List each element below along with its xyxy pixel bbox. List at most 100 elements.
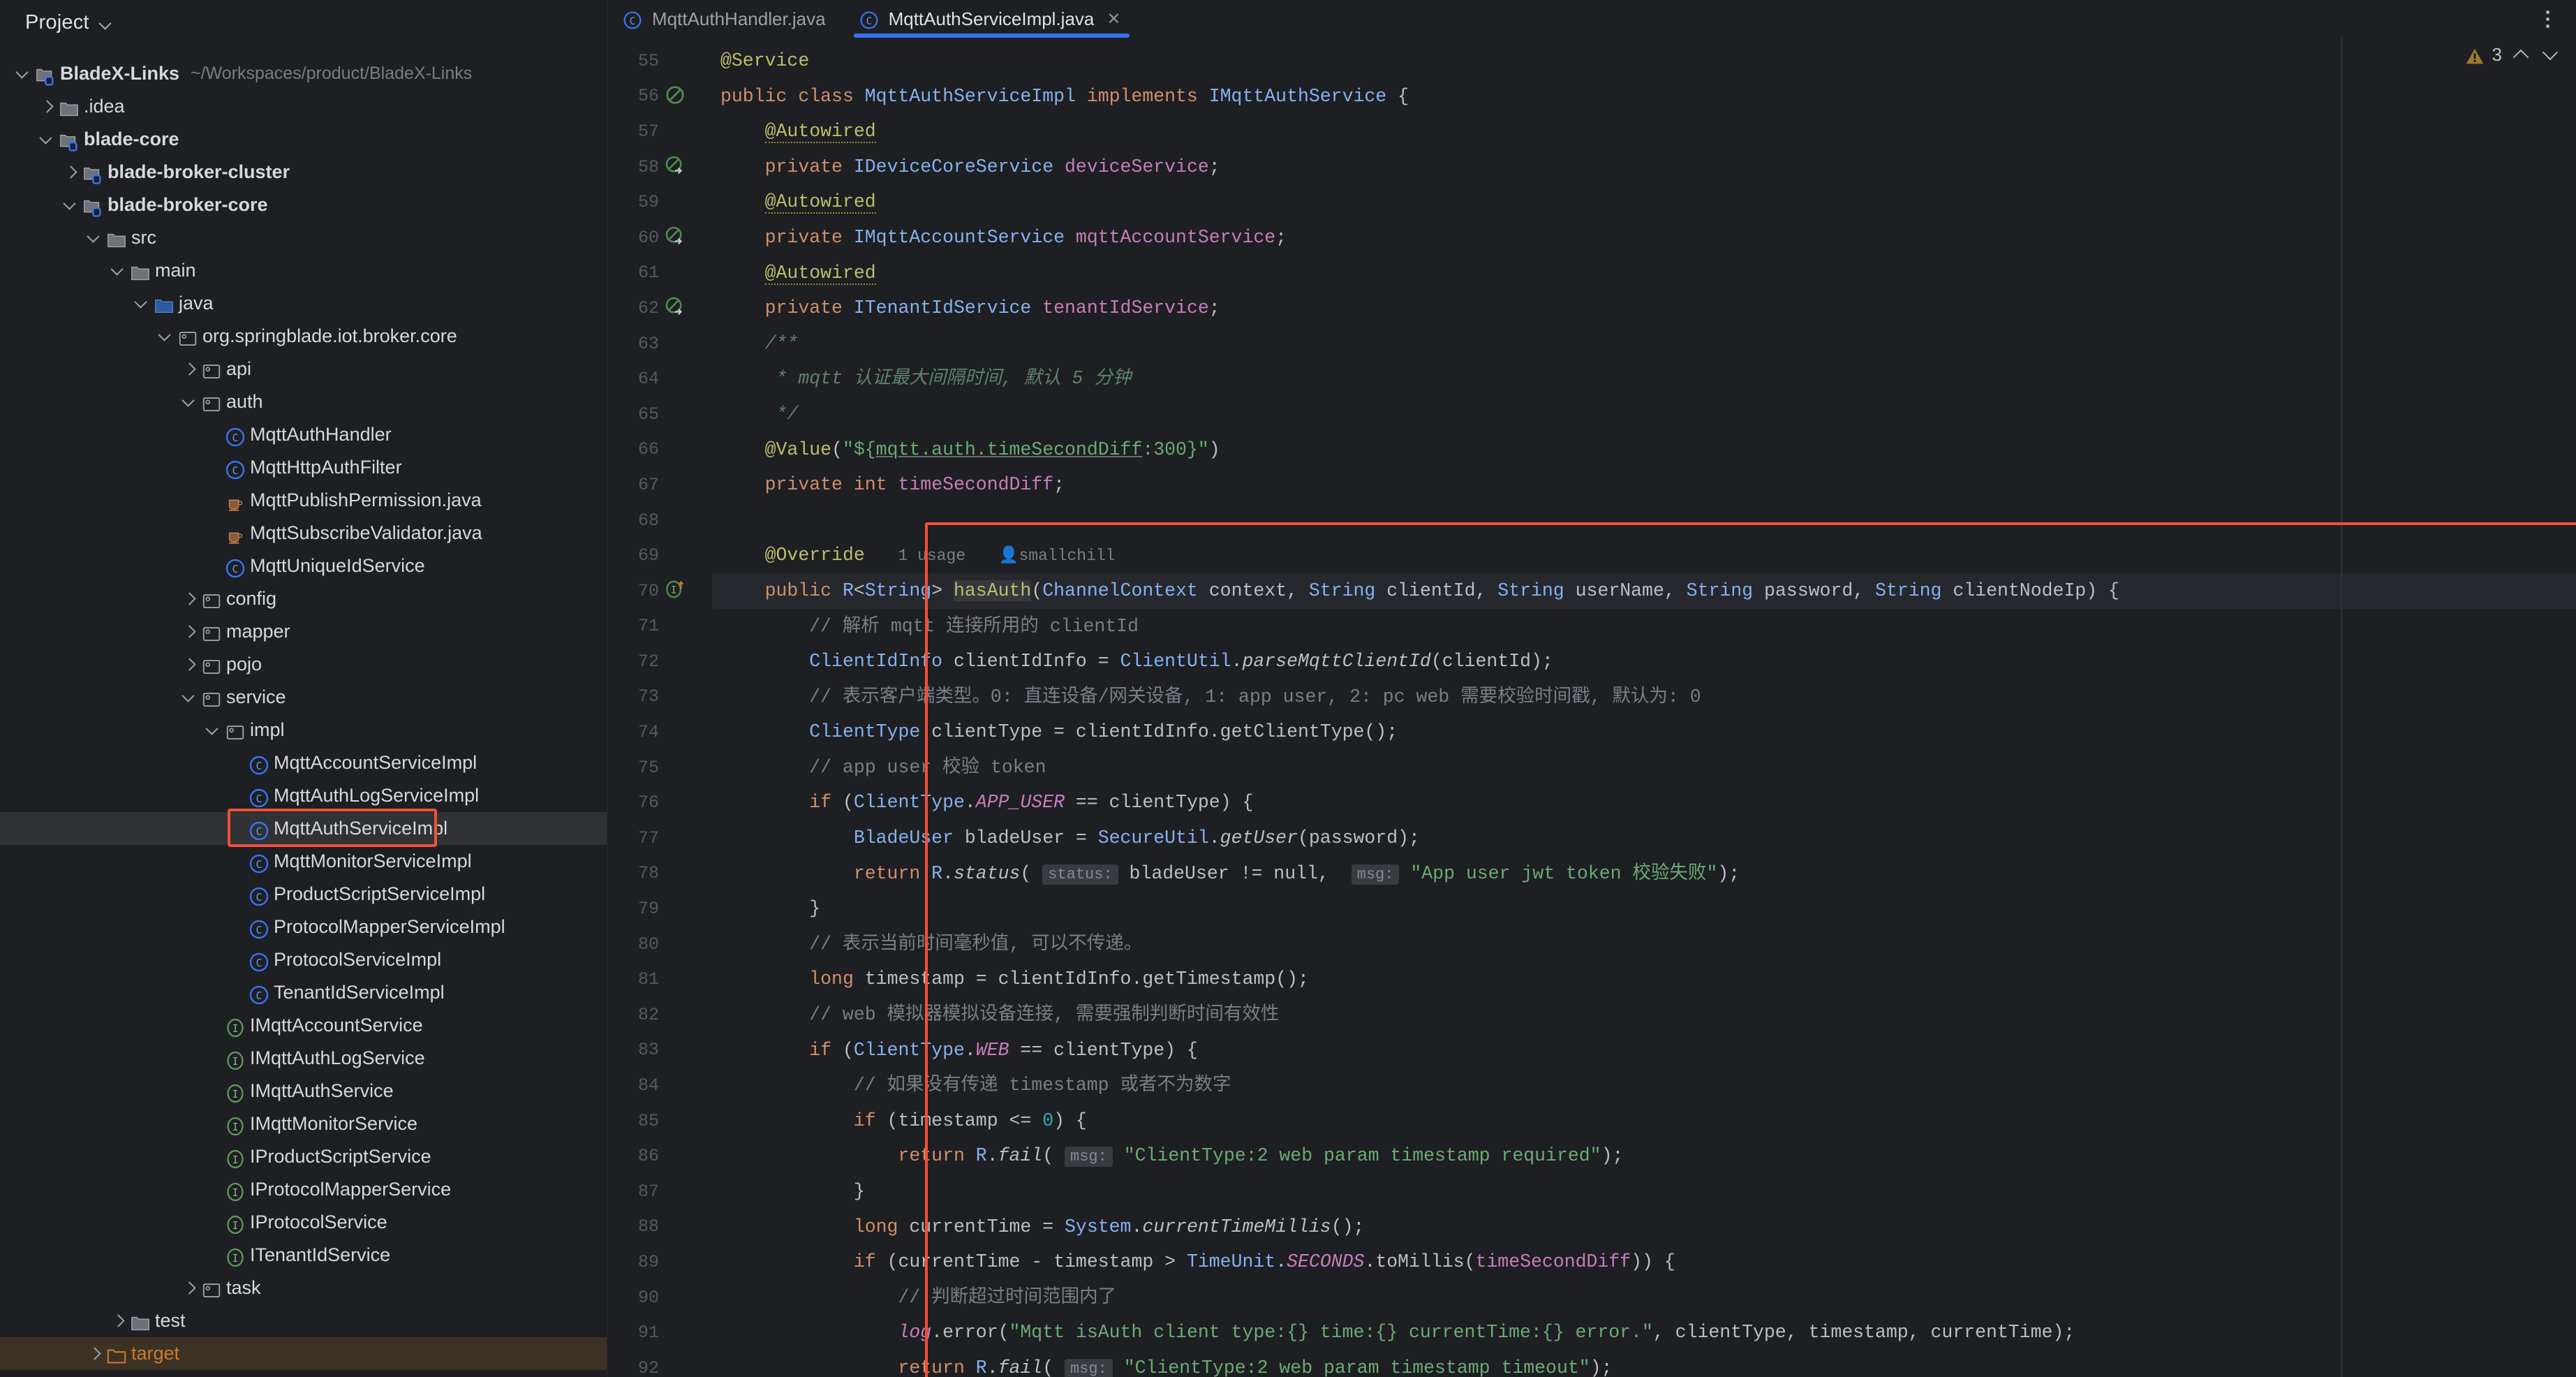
gutter-line[interactable]: 64 bbox=[607, 361, 712, 397]
gutter-line[interactable]: 89 bbox=[607, 1244, 712, 1280]
tree-node[interactable]: test bbox=[0, 1304, 607, 1337]
tree-toggle-collapsed-icon[interactable] bbox=[84, 1343, 105, 1364]
code-line[interactable]: } bbox=[712, 891, 2576, 927]
code-line[interactable]: // 如果没有传递 timestamp 或者不为数字 bbox=[712, 1068, 2576, 1103]
tree-toggle-expanded-icon[interactable] bbox=[131, 293, 152, 314]
gutter-line[interactable]: 88 bbox=[607, 1209, 712, 1245]
tree-node[interactable]: C ProductScriptServiceImpl bbox=[0, 878, 607, 911]
tree-node[interactable]: C ProtocolServiceImpl bbox=[0, 943, 607, 976]
tree-node[interactable]: C TenantIdServiceImpl bbox=[0, 976, 607, 1009]
tree-toggle-expanded-icon[interactable] bbox=[13, 64, 34, 84]
code-line[interactable]: return R.fail( msg: "ClientType:2 web pa… bbox=[712, 1350, 2576, 1377]
tree-toggle-collapsed-icon[interactable] bbox=[179, 1278, 200, 1299]
code-line[interactable]: BladeUser bladeUser = SecureUtil.getUser… bbox=[712, 820, 2576, 856]
tree-node[interactable]: I IMqttAccountService bbox=[0, 1009, 607, 1042]
gutter-marker-bean-arrow-icon[interactable] bbox=[665, 155, 688, 179]
tree-toggle-expanded-icon[interactable] bbox=[108, 260, 128, 281]
code-line[interactable]: @Autowired bbox=[712, 184, 2576, 220]
gutter-line[interactable]: 63 bbox=[607, 326, 712, 362]
chevron-up-icon[interactable] bbox=[2512, 45, 2531, 64]
tree-node[interactable]: C MqttAccountServiceImpl bbox=[0, 746, 607, 779]
code-line[interactable]: if (timestamp <= 0) { bbox=[712, 1103, 2576, 1139]
gutter-line[interactable]: 67 bbox=[607, 467, 712, 503]
tree-node[interactable]: mapper bbox=[0, 615, 607, 648]
gutter-line[interactable]: 77 bbox=[607, 820, 712, 856]
tree-node[interactable]: task bbox=[0, 1272, 607, 1304]
tree-node[interactable]: blade-core bbox=[0, 123, 607, 156]
tree-toggle-expanded-icon[interactable] bbox=[179, 392, 200, 413]
tree-toggle-collapsed-icon[interactable] bbox=[36, 96, 57, 117]
code-line[interactable]: @Autowired bbox=[712, 256, 2576, 291]
gutter-line[interactable]: 84 bbox=[607, 1068, 712, 1103]
tree-node[interactable]: I IMqttAuthService bbox=[0, 1075, 607, 1107]
gutter-line[interactable]: 71 bbox=[607, 609, 712, 645]
gutter-marker-bean-arrow-icon[interactable] bbox=[665, 226, 688, 249]
tree-node[interactable]: api bbox=[0, 353, 607, 385]
tree-toggle-collapsed-icon[interactable] bbox=[108, 1311, 128, 1332]
tree-node[interactable]: I ITenantIdService bbox=[0, 1239, 607, 1272]
editor-tab-mqttauthhandler[interactable]: C MqttAuthHandler.java bbox=[607, 0, 844, 38]
gutter-line[interactable]: 75 bbox=[607, 750, 712, 786]
gutter-line[interactable]: 86 bbox=[607, 1138, 712, 1174]
tree-node[interactable]: C MqttMonitorServiceImpl bbox=[0, 845, 607, 878]
tree-node[interactable]: I IMqttMonitorService bbox=[0, 1107, 607, 1140]
code-line[interactable]: long timestamp = clientIdInfo.getTimesta… bbox=[712, 962, 2576, 997]
code-line[interactable]: return R.fail( msg: "ClientType:2 web pa… bbox=[712, 1138, 2576, 1174]
gutter-marker-override-bulb-icon[interactable]: I bbox=[665, 579, 688, 603]
tree-node[interactable]: I IProductScriptService bbox=[0, 1140, 607, 1173]
gutter-line[interactable]: 78 bbox=[607, 856, 712, 892]
gutter-line[interactable]: 87 bbox=[607, 1174, 712, 1209]
tree-node[interactable]: target bbox=[0, 1337, 607, 1370]
gutter-line[interactable]: 56 bbox=[607, 79, 712, 115]
code-line[interactable]: // 解析 mqtt 连接所用的 clientId bbox=[712, 609, 2576, 645]
code-line[interactable]: // 表示客户端类型。0: 直连设备/网关设备, 1: app user, 2:… bbox=[712, 679, 2576, 715]
tree-toggle-expanded-icon[interactable] bbox=[84, 228, 105, 249]
gutter-line[interactable]: 70 I bbox=[607, 573, 712, 609]
gutter-line[interactable]: 81 bbox=[607, 962, 712, 997]
code-line[interactable] bbox=[712, 503, 2576, 538]
code-line[interactable]: } bbox=[712, 1174, 2576, 1209]
gutter-line[interactable]: 90 bbox=[607, 1280, 712, 1316]
gutter-line[interactable]: 68 bbox=[607, 503, 712, 538]
tree-node[interactable]: C MqttHttpAuthFilter bbox=[0, 451, 607, 484]
gutter-line[interactable]: 66 bbox=[607, 432, 712, 468]
gutter-line[interactable]: 80 bbox=[607, 927, 712, 962]
tree-toggle-expanded-icon[interactable] bbox=[202, 720, 223, 741]
tree-toggle-collapsed-icon[interactable] bbox=[179, 621, 200, 642]
code-line[interactable]: private ITenantIdService tenantIdService… bbox=[712, 290, 2576, 326]
code-line[interactable]: */ bbox=[712, 397, 2576, 432]
tree-node[interactable]: MqttPublishPermission.java bbox=[0, 484, 607, 517]
gutter-line[interactable]: 59 bbox=[607, 184, 712, 220]
tree-node[interactable]: I IProtocolService bbox=[0, 1206, 607, 1239]
tree-node[interactable]: blade-broker-core bbox=[0, 189, 607, 221]
tree-node[interactable]: java bbox=[0, 287, 607, 320]
tree-node[interactable]: BladeX-Links ~/Workspaces/product/BladeX-… bbox=[0, 57, 607, 90]
project-panel-header[interactable]: Project bbox=[0, 0, 607, 45]
close-icon[interactable]: ✕ bbox=[1106, 9, 1120, 29]
tree-toggle-collapsed-icon[interactable] bbox=[179, 589, 200, 610]
gutter-line[interactable]: 57 bbox=[607, 114, 712, 149]
code-line[interactable]: public R<String> hasAuth(ChannelContext … bbox=[712, 573, 2576, 609]
tree-toggle-collapsed-icon[interactable] bbox=[60, 162, 81, 183]
tree-toggle-collapsed-icon[interactable] bbox=[179, 359, 200, 380]
gutter-line[interactable]: 76 bbox=[607, 785, 712, 820]
gutter-line[interactable]: 83 bbox=[607, 1033, 712, 1068]
code-line[interactable]: ClientType clientType = clientIdInfo.get… bbox=[712, 714, 2576, 750]
gutter-line[interactable]: 92 bbox=[607, 1350, 712, 1377]
project-tree[interactable]: BladeX-Links ~/Workspaces/product/BladeX-… bbox=[0, 45, 607, 1377]
tree-node[interactable]: MqttSubscribeValidator.java bbox=[0, 517, 607, 550]
code-line[interactable]: return R.status( status: bladeUser != nu… bbox=[712, 856, 2576, 892]
tree-toggle-expanded-icon[interactable] bbox=[36, 129, 57, 150]
gutter-line[interactable]: 91 bbox=[607, 1315, 712, 1350]
gutter-line[interactable]: 73 bbox=[607, 679, 712, 715]
code-line[interactable]: ClientIdInfo clientIdInfo = ClientUtil.p… bbox=[712, 644, 2576, 679]
gutter-marker-bean-arrow-icon[interactable] bbox=[665, 296, 688, 320]
code-line[interactable]: // app user 校验 token bbox=[712, 750, 2576, 786]
tree-node[interactable]: C MqttUniqueIdService bbox=[0, 550, 607, 582]
tree-node[interactable]: impl bbox=[0, 714, 607, 746]
tree-node[interactable]: C ProtocolMapperServiceImpl bbox=[0, 911, 607, 943]
code-line[interactable]: log.error("Mqtt isAuth client type:{} ti… bbox=[712, 1315, 2576, 1350]
code-line[interactable]: public class MqttAuthServiceImpl impleme… bbox=[712, 79, 2576, 115]
gutter-line[interactable]: 74 bbox=[607, 714, 712, 750]
tree-node[interactable]: I IProtocolMapperService bbox=[0, 1173, 607, 1206]
